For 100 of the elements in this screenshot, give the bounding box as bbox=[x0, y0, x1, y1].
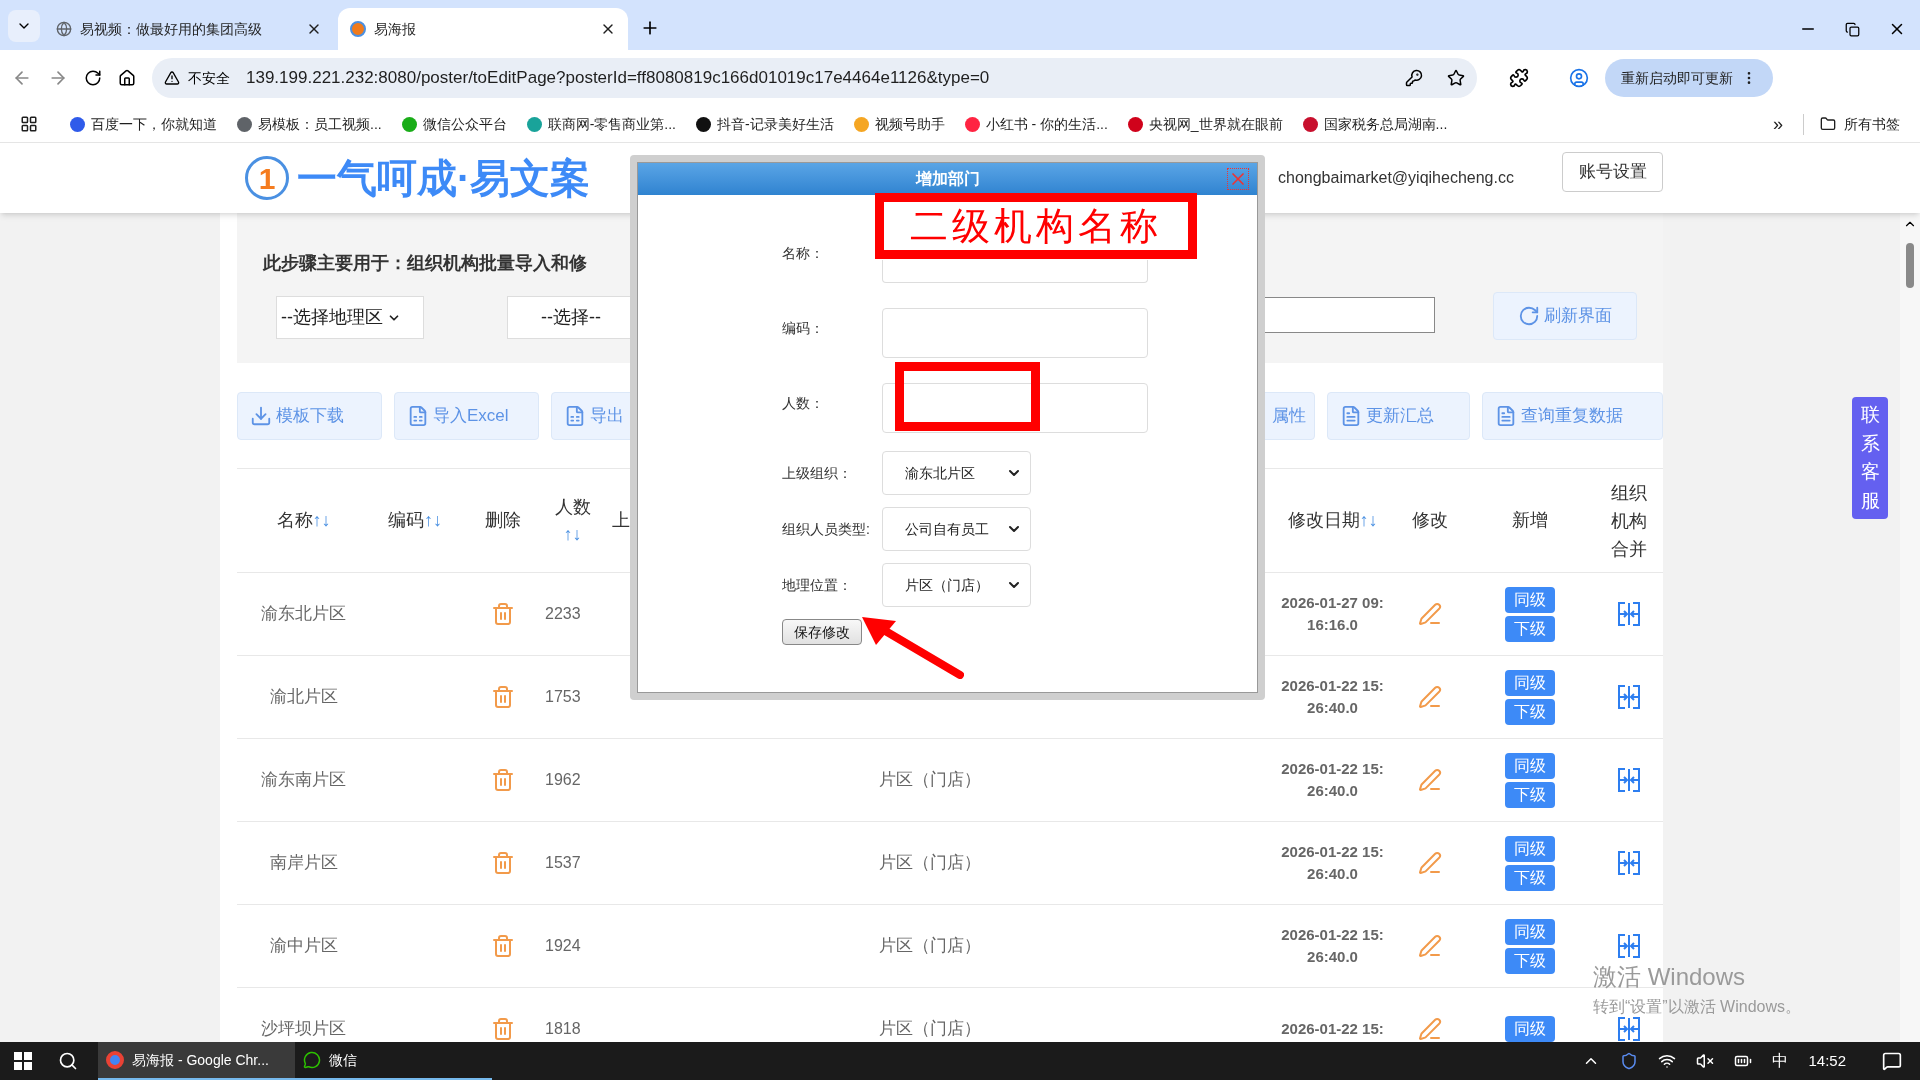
bookmark-item[interactable]: 易模板：员工视频... bbox=[237, 113, 382, 135]
browser-tab[interactable]: 易海报 bbox=[338, 8, 628, 50]
bookmark-item[interactable]: 微信公众平台 bbox=[401, 113, 507, 135]
apps-icon[interactable] bbox=[20, 115, 38, 133]
select-field[interactable]: 渝东北片区 bbox=[882, 451, 1031, 495]
intro-text: 此步骤主要用于：组织机构批量导入和修 bbox=[263, 252, 587, 275]
url-text: 139.199.221.232:8080/poster/toEditPage?posterId=ff8080819c166d01019c17e4464e1126&type=0 bbox=[246, 67, 991, 90]
column-header[interactable]: 名称↑↓ bbox=[276, 507, 331, 534]
star-icon[interactable] bbox=[1447, 69, 1465, 87]
chat-icon bbox=[303, 1051, 321, 1069]
date-cell-text: 2026-01-22 15:26:40.0 bbox=[1280, 925, 1385, 967]
input-field[interactable] bbox=[882, 308, 1148, 358]
taskbar-app[interactable]: 微信 bbox=[295, 1042, 492, 1080]
trash-icon[interactable] bbox=[490, 685, 515, 709]
input-method[interactable]: 中 bbox=[1772, 1049, 1789, 1073]
windows-icon[interactable] bbox=[14, 1052, 32, 1070]
edit-icon[interactable] bbox=[1418, 1017, 1442, 1041]
bookmark-item[interactable]: 国家税务总局湖南... bbox=[1302, 113, 1448, 135]
date-cell-text: 2026-01-22 15:26:40.0 bbox=[1280, 759, 1385, 801]
scrollbar-thumb[interactable] bbox=[1906, 243, 1914, 288]
edit-icon[interactable] bbox=[1418, 685, 1442, 709]
location-cell-text: 片区（门店） bbox=[878, 935, 982, 958]
spreadsheet-icon bbox=[407, 404, 429, 427]
bookmark-item[interactable]: 百度一下，你就知道 bbox=[70, 113, 217, 135]
tab-title: 易视频：做最好用的集团高级 bbox=[80, 19, 263, 39]
trash-icon[interactable] bbox=[490, 934, 515, 958]
column-header: 组织机构合并 bbox=[1610, 481, 1648, 561]
trash-icon[interactable] bbox=[490, 1017, 515, 1041]
folder-icon bbox=[1820, 116, 1836, 132]
bookmark-item[interactable]: 视频号助手 bbox=[853, 113, 945, 135]
location-cell-text: 片区（门店） bbox=[878, 852, 982, 875]
profile-icon[interactable] bbox=[1569, 68, 1589, 88]
update-button[interactable]: 重新启动即可更新 bbox=[1605, 59, 1773, 97]
input-field[interactable] bbox=[882, 383, 1148, 433]
column-header: 上 bbox=[612, 509, 630, 532]
trash-icon[interactable] bbox=[490, 768, 515, 792]
save-button[interactable]: 保存修改 bbox=[782, 619, 862, 645]
select-field[interactable]: 片区（门店） bbox=[882, 563, 1031, 607]
edit-icon[interactable] bbox=[1418, 851, 1442, 875]
taskbar-app[interactable]: 易海报 - Google Chr... bbox=[98, 1042, 295, 1080]
trash-icon[interactable] bbox=[490, 602, 515, 626]
bookmark-item[interactable]: 联商网-零售商业第... bbox=[526, 113, 676, 135]
input-field[interactable] bbox=[882, 260, 1148, 283]
account-settings-button[interactable]: 账号设置 bbox=[1562, 152, 1663, 192]
activation-title: 激活 Windows bbox=[1593, 962, 1746, 992]
bookmark-item[interactable]: 央视网_世界就在眼前 bbox=[1127, 113, 1283, 135]
more-bookmarks[interactable]: » bbox=[1773, 110, 1783, 138]
edit-icon[interactable] bbox=[1418, 602, 1442, 626]
tab-list-button[interactable] bbox=[8, 10, 40, 42]
location-cell-text: 片区（门店） bbox=[878, 1018, 982, 1041]
column-header[interactable]: 修改日期↑↓ bbox=[1287, 507, 1378, 534]
name-cell-text: 渝北片区 bbox=[269, 686, 338, 709]
clock[interactable]: 14:52 bbox=[1808, 1049, 1846, 1073]
edit-icon[interactable] bbox=[1418, 768, 1442, 792]
count-cell-text: 1924 bbox=[545, 936, 581, 956]
refresh-icon bbox=[1518, 305, 1540, 327]
muted-speaker-icon[interactable] bbox=[1696, 1052, 1715, 1070]
name-cell-text: 渝东南片区 bbox=[261, 769, 346, 792]
field-label: 编码： bbox=[782, 319, 825, 338]
all-bookmarks[interactable]: 所有书签 bbox=[1803, 113, 1900, 135]
logo-icon bbox=[350, 21, 366, 37]
column-header[interactable]: 编码↑↓ bbox=[388, 507, 442, 534]
select-field[interactable]: 公司自有员工 bbox=[882, 507, 1031, 551]
count-cell-text: 2233 bbox=[545, 604, 581, 624]
bookmark-item[interactable]: 小红书 - 你的生活... bbox=[964, 113, 1108, 135]
shield-icon[interactable] bbox=[1620, 1052, 1639, 1070]
security-label: 不安全 bbox=[188, 68, 231, 88]
browser-tab[interactable]: 易视频：做最好用的集团高级 bbox=[44, 8, 334, 50]
edit-icon[interactable] bbox=[1418, 934, 1442, 958]
search-icon[interactable] bbox=[58, 1051, 78, 1071]
restore-icon[interactable] bbox=[1845, 21, 1860, 37]
merge-icon[interactable] bbox=[1616, 850, 1642, 876]
merge-icon[interactable] bbox=[1616, 767, 1642, 793]
trash-icon[interactable] bbox=[490, 851, 515, 875]
field-label: 组织人员类型: bbox=[782, 520, 871, 539]
merge-icon[interactable] bbox=[1616, 933, 1642, 959]
notification-icon[interactable] bbox=[1882, 1051, 1902, 1071]
count-cell-text: 1537 bbox=[545, 853, 581, 873]
date-cell-text: 2026-01-22 15:26:40.0 bbox=[1280, 676, 1385, 718]
warning-icon bbox=[164, 70, 180, 86]
home-icon[interactable] bbox=[118, 69, 136, 87]
column-header[interactable]: 人数 ↑↓ bbox=[551, 493, 594, 548]
merge-icon[interactable] bbox=[1616, 1016, 1642, 1042]
reload-icon[interactable] bbox=[84, 69, 102, 87]
bookmark-item[interactable]: 抖音-记录美好生活 bbox=[696, 113, 834, 135]
name-cell-text: 渝中片区 bbox=[269, 935, 338, 958]
name-cell-text: 南岸片区 bbox=[269, 852, 338, 875]
region-select[interactable]: --选择地理区 bbox=[276, 296, 424, 339]
globe-icon bbox=[56, 21, 72, 37]
merge-icon[interactable] bbox=[1616, 601, 1642, 627]
key-icon[interactable] bbox=[1405, 69, 1423, 87]
merge-icon[interactable] bbox=[1616, 684, 1642, 710]
column-header: 删除 bbox=[484, 509, 521, 532]
scrollbar[interactable] bbox=[1900, 213, 1920, 1042]
extensions-icon[interactable] bbox=[1509, 68, 1529, 88]
download-icon bbox=[250, 404, 272, 427]
contact-tab[interactable]: 联系客服 bbox=[1852, 397, 1888, 519]
address-field[interactable]: 不安全 139.199.221.232:8080/poster/toEditPage?posterId=ff8080819c166d01019c17e4464e1126&type=0 bbox=[152, 58, 1477, 98]
wifi-icon[interactable] bbox=[1658, 1052, 1677, 1070]
document-icon bbox=[1495, 404, 1517, 427]
